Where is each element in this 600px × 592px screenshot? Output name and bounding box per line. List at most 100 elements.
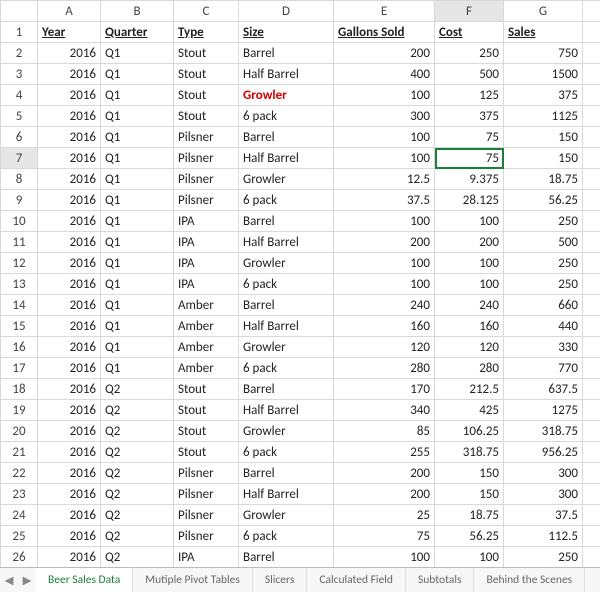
row-header-17[interactable]: 17 bbox=[1, 358, 38, 379]
row-header-21[interactable]: 21 bbox=[1, 442, 38, 463]
sheet-tab[interactable]: Mutiple Pivot Tables bbox=[133, 568, 253, 592]
cell[interactable]: 255 bbox=[334, 442, 435, 463]
cell[interactable]: Half Barrel bbox=[239, 232, 334, 253]
cell[interactable]: Half Barrel bbox=[239, 148, 334, 169]
cell[interactable]: Half Barrel bbox=[239, 64, 334, 85]
cell[interactable]: 2016 bbox=[38, 484, 101, 505]
cell[interactable]: Stout bbox=[174, 43, 239, 64]
cell[interactable]: Barrel bbox=[239, 547, 334, 568]
row-header-10[interactable]: 10 bbox=[1, 211, 38, 232]
cell[interactable]: 100 bbox=[334, 547, 435, 568]
cell[interactable]: 2016 bbox=[38, 547, 101, 568]
cell[interactable]: Barrel bbox=[239, 379, 334, 400]
row-header-11[interactable]: 11 bbox=[1, 232, 38, 253]
sheet-tab[interactable]: Calculated Field bbox=[307, 568, 406, 592]
cell[interactable]: Q1 bbox=[101, 274, 174, 295]
cell[interactable]: 112.5 bbox=[504, 526, 583, 547]
cell[interactable]: 2016 bbox=[38, 148, 101, 169]
cell[interactable]: 200 bbox=[334, 232, 435, 253]
row-header-26[interactable]: 26 bbox=[1, 547, 38, 568]
cell[interactable]: Stout bbox=[174, 442, 239, 463]
cell[interactable]: 6 pack bbox=[239, 358, 334, 379]
header-cell-year[interactable]: Year bbox=[38, 22, 101, 43]
column-header-B[interactable]: B bbox=[101, 1, 174, 22]
grid[interactable]: ABCDEFGH 1YearQuarterTypeSizeGallons Sol… bbox=[0, 0, 600, 567]
cell[interactable]: Q1 bbox=[101, 358, 174, 379]
cell[interactable]: Q2 bbox=[101, 547, 174, 568]
cell[interactable]: 500 bbox=[435, 64, 504, 85]
cell[interactable]: 2016 bbox=[38, 64, 101, 85]
cell[interactable]: Barrel bbox=[239, 127, 334, 148]
cell[interactable]: 318.75 bbox=[504, 421, 583, 442]
cell[interactable]: Q1 bbox=[101, 85, 174, 106]
cell[interactable]: 400 bbox=[334, 64, 435, 85]
cell[interactable]: IPA bbox=[174, 274, 239, 295]
cell[interactable] bbox=[583, 106, 600, 127]
cell[interactable]: Q1 bbox=[101, 127, 174, 148]
cell[interactable]: Pilsner bbox=[174, 127, 239, 148]
cell[interactable]: 2016 bbox=[38, 463, 101, 484]
cell[interactable]: Q2 bbox=[101, 379, 174, 400]
cell[interactable] bbox=[583, 85, 600, 106]
cell[interactable]: Pilsner bbox=[174, 169, 239, 190]
cell[interactable]: 18.75 bbox=[504, 169, 583, 190]
cell[interactable]: Barrel bbox=[239, 295, 334, 316]
cell[interactable]: 340 bbox=[334, 400, 435, 421]
cell[interactable]: Pilsner bbox=[174, 484, 239, 505]
cell[interactable]: Q2 bbox=[101, 463, 174, 484]
cell[interactable]: 150 bbox=[435, 484, 504, 505]
cell[interactable]: 25 bbox=[334, 505, 435, 526]
cell[interactable]: 100 bbox=[334, 85, 435, 106]
cell[interactable]: 2016 bbox=[38, 43, 101, 64]
cell[interactable]: 100 bbox=[435, 274, 504, 295]
cell[interactable]: 100 bbox=[435, 547, 504, 568]
cell[interactable] bbox=[583, 127, 600, 148]
cell[interactable]: 160 bbox=[334, 316, 435, 337]
cell[interactable] bbox=[583, 547, 600, 568]
cell[interactable]: 2016 bbox=[38, 505, 101, 526]
cell[interactable]: 12.5 bbox=[334, 169, 435, 190]
cell[interactable]: 37.5 bbox=[504, 505, 583, 526]
column-header-C[interactable]: C bbox=[174, 1, 239, 22]
cell[interactable]: 100 bbox=[334, 274, 435, 295]
tab-scroll-right[interactable]: ▶ bbox=[18, 568, 36, 592]
cell[interactable] bbox=[583, 484, 600, 505]
select-all-corner[interactable] bbox=[1, 1, 38, 22]
cell[interactable]: IPA bbox=[174, 253, 239, 274]
cell[interactable] bbox=[583, 211, 600, 232]
cell[interactable]: Q2 bbox=[101, 505, 174, 526]
cell[interactable]: 750 bbox=[504, 43, 583, 64]
cell[interactable]: Q1 bbox=[101, 295, 174, 316]
cell[interactable]: Stout bbox=[174, 64, 239, 85]
cell[interactable]: 1275 bbox=[504, 400, 583, 421]
column-header-E[interactable]: E bbox=[334, 1, 435, 22]
cell[interactable]: 2016 bbox=[38, 127, 101, 148]
row-header-6[interactable]: 6 bbox=[1, 127, 38, 148]
sheet-tab[interactable]: Beer Sales Data bbox=[36, 567, 133, 592]
cell[interactable]: 2016 bbox=[38, 232, 101, 253]
cell[interactable]: 1125 bbox=[504, 106, 583, 127]
cell[interactable]: Barrel bbox=[239, 211, 334, 232]
row-header-24[interactable]: 24 bbox=[1, 505, 38, 526]
cell[interactable]: 770 bbox=[504, 358, 583, 379]
cell[interactable] bbox=[583, 274, 600, 295]
cell[interactable]: 660 bbox=[504, 295, 583, 316]
row-header-4[interactable]: 4 bbox=[1, 85, 38, 106]
cell[interactable] bbox=[583, 379, 600, 400]
cell[interactable]: 200 bbox=[334, 43, 435, 64]
row-header-5[interactable]: 5 bbox=[1, 106, 38, 127]
row-header-2[interactable]: 2 bbox=[1, 43, 38, 64]
sheet-tab[interactable]: Behind the Scenes bbox=[474, 568, 585, 592]
cell[interactable]: Pilsner bbox=[174, 148, 239, 169]
cell[interactable]: 150 bbox=[504, 127, 583, 148]
cell[interactable] bbox=[583, 22, 600, 43]
cell[interactable]: 240 bbox=[334, 295, 435, 316]
cell[interactable]: 300 bbox=[504, 463, 583, 484]
cell[interactable]: 2016 bbox=[38, 211, 101, 232]
header-cell-type[interactable]: Type bbox=[174, 22, 239, 43]
cell[interactable] bbox=[583, 526, 600, 547]
cell[interactable]: Q1 bbox=[101, 148, 174, 169]
row-header-19[interactable]: 19 bbox=[1, 400, 38, 421]
cell[interactable]: 100 bbox=[334, 148, 435, 169]
cell[interactable]: 37.5 bbox=[334, 190, 435, 211]
